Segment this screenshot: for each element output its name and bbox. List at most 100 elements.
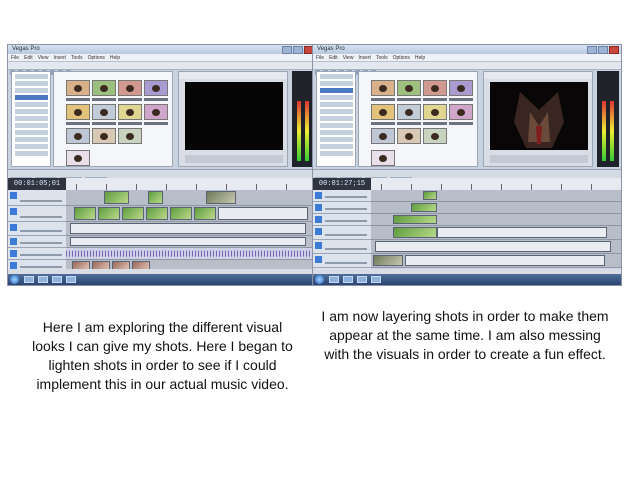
effects-tree[interactable] [11, 71, 51, 167]
tree-item[interactable] [320, 95, 353, 100]
tree-item[interactable] [15, 116, 48, 121]
video-track-1[interactable] [66, 190, 316, 206]
preset-thumbnail[interactable] [118, 80, 142, 96]
tree-item[interactable] [320, 144, 353, 149]
taskbar-app-icon[interactable] [343, 276, 353, 283]
menu-help[interactable]: Help [415, 55, 425, 61]
video-track-3[interactable] [66, 222, 316, 236]
close-icon[interactable] [609, 46, 619, 54]
preset-thumbnail[interactable] [397, 104, 421, 120]
taskbar-app-icon[interactable] [24, 276, 34, 283]
preset-thumbnail[interactable] [449, 104, 473, 120]
taskbar-app-icon[interactable] [357, 276, 367, 283]
preset-thumbnail[interactable] [118, 104, 142, 120]
taskbar-app-icon[interactable] [38, 276, 48, 283]
preview-toolbar[interactable] [179, 72, 287, 79]
track-header-video-4[interactable] [313, 226, 371, 240]
tree-item[interactable] [15, 123, 48, 128]
video-track-6[interactable] [371, 254, 621, 268]
windows-start-icon[interactable] [10, 275, 19, 284]
video-clip[interactable] [122, 207, 144, 220]
track-header-video-3[interactable] [8, 222, 66, 236]
video-clip[interactable] [373, 255, 403, 266]
windows-start-icon[interactable] [315, 275, 324, 284]
preset-thumbnail[interactable] [397, 80, 421, 96]
video-track-2[interactable] [66, 206, 316, 222]
taskbar-app-icon[interactable] [66, 276, 76, 283]
tree-item-selected[interactable] [320, 88, 353, 93]
preset-thumbnail[interactable] [66, 128, 90, 144]
audio-track-1[interactable] [66, 248, 316, 260]
track-header-video-5[interactable] [313, 240, 371, 254]
video-clip[interactable] [70, 237, 306, 246]
tree-item[interactable] [15, 130, 48, 135]
video-track-1[interactable] [371, 190, 621, 202]
taskbar-app-icon[interactable] [329, 276, 339, 283]
track-header-video-2[interactable] [8, 206, 66, 222]
preset-thumbnail[interactable] [423, 128, 447, 144]
video-track-4[interactable] [66, 236, 316, 248]
preset-thumbnail[interactable] [66, 150, 90, 166]
preset-thumbnail[interactable] [118, 128, 142, 144]
preset-thumbnail[interactable] [449, 80, 473, 96]
video-clip[interactable] [194, 207, 216, 220]
video-clip[interactable] [170, 207, 192, 220]
preset-thumbnail[interactable] [371, 80, 395, 96]
video-clip[interactable] [74, 207, 96, 220]
video-track-3[interactable] [371, 214, 621, 226]
video-clip[interactable] [393, 215, 437, 224]
preset-thumbnail[interactable] [66, 80, 90, 96]
track-header-video-1[interactable] [313, 190, 371, 202]
video-clip[interactable] [375, 241, 611, 252]
track-header-video-4[interactable] [8, 236, 66, 248]
taskbar-app-icon[interactable] [52, 276, 62, 283]
tree-item[interactable] [15, 151, 48, 156]
video-track-5[interactable] [371, 240, 621, 254]
maximize-icon[interactable] [293, 46, 303, 54]
preset-thumbnail[interactable] [371, 128, 395, 144]
tree-item[interactable] [15, 81, 48, 86]
video-clip[interactable] [104, 191, 129, 204]
preset-thumbnail[interactable] [92, 104, 116, 120]
video-clip[interactable] [218, 207, 308, 220]
menu-edit[interactable]: Edit [24, 55, 33, 61]
tree-item[interactable] [320, 123, 353, 128]
video-clip[interactable] [423, 191, 437, 200]
tree-item[interactable] [15, 74, 48, 79]
menu-view[interactable]: View [343, 55, 354, 61]
video-track-2[interactable] [371, 202, 621, 214]
menu-edit[interactable]: Edit [329, 55, 338, 61]
tree-item[interactable] [15, 109, 48, 114]
minimize-icon[interactable] [587, 46, 597, 54]
menu-view[interactable]: View [38, 55, 49, 61]
preview-toolbar[interactable] [484, 72, 592, 79]
menu-file[interactable]: File [316, 55, 324, 61]
video-clip[interactable] [405, 255, 605, 266]
tree-item[interactable] [15, 144, 48, 149]
menu-options[interactable]: Options [88, 55, 105, 61]
menu-insert[interactable]: Insert [358, 55, 371, 61]
track-header-video-1[interactable] [8, 190, 66, 206]
video-clip[interactable] [70, 223, 306, 234]
video-clip[interactable] [146, 207, 168, 220]
preset-thumbnail[interactable] [397, 128, 421, 144]
menu-insert[interactable]: Insert [53, 55, 66, 61]
preset-thumbnail[interactable] [423, 104, 447, 120]
tree-item[interactable] [320, 137, 353, 142]
menu-tools[interactable]: Tools [376, 55, 388, 61]
track-header-video-2[interactable] [313, 202, 371, 214]
video-clip[interactable] [393, 227, 437, 238]
tree-item[interactable] [320, 81, 353, 86]
video-clip[interactable] [411, 203, 437, 212]
preset-thumbnail[interactable] [92, 80, 116, 96]
tree-item[interactable] [320, 151, 353, 156]
video-clip[interactable] [98, 207, 120, 220]
maximize-icon[interactable] [598, 46, 608, 54]
tree-item[interactable] [320, 109, 353, 114]
menu-file[interactable]: File [11, 55, 19, 61]
preset-thumbnail[interactable] [423, 80, 447, 96]
taskbar-app-icon[interactable] [371, 276, 381, 283]
video-track-4[interactable] [371, 226, 621, 240]
tree-item[interactable] [320, 102, 353, 107]
tree-item[interactable] [320, 116, 353, 121]
